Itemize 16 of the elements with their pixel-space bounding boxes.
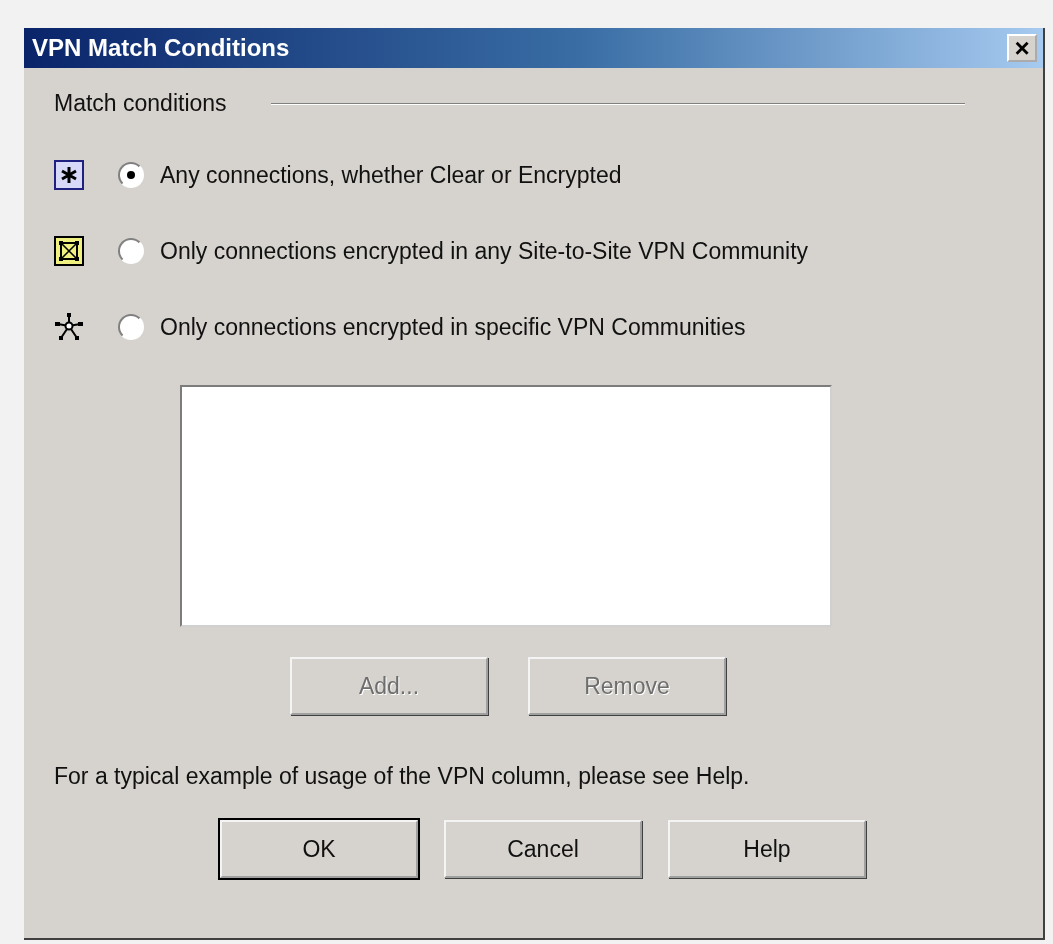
crossed-square-icon (54, 236, 84, 266)
option-label[interactable]: Only connections encrypted in specific VPN Communities (160, 313, 746, 341)
help-note: For a typical example of usage of the VPN column, please see Help. (54, 763, 751, 790)
dialog-button[interactable]: Help (668, 820, 866, 878)
window-title: VPN Match Conditions (32, 34, 290, 62)
option-label[interactable]: Only connections encrypted in any Site-to-Site VPN Community (160, 237, 809, 265)
radio-button[interactable] (118, 162, 144, 188)
option-label[interactable]: Any connections, whether Clear or Encrypted (160, 161, 622, 189)
asterisk-icon (54, 160, 84, 190)
radio-button[interactable] (118, 314, 144, 340)
radio-button[interactable] (118, 238, 144, 264)
group-label: Match conditions (54, 90, 227, 117)
star-network-icon (54, 312, 84, 342)
close-button[interactable]: × (1007, 34, 1037, 62)
dialog-button[interactable]: OK (220, 820, 418, 878)
dialog-button[interactable]: Cancel (444, 820, 642, 878)
